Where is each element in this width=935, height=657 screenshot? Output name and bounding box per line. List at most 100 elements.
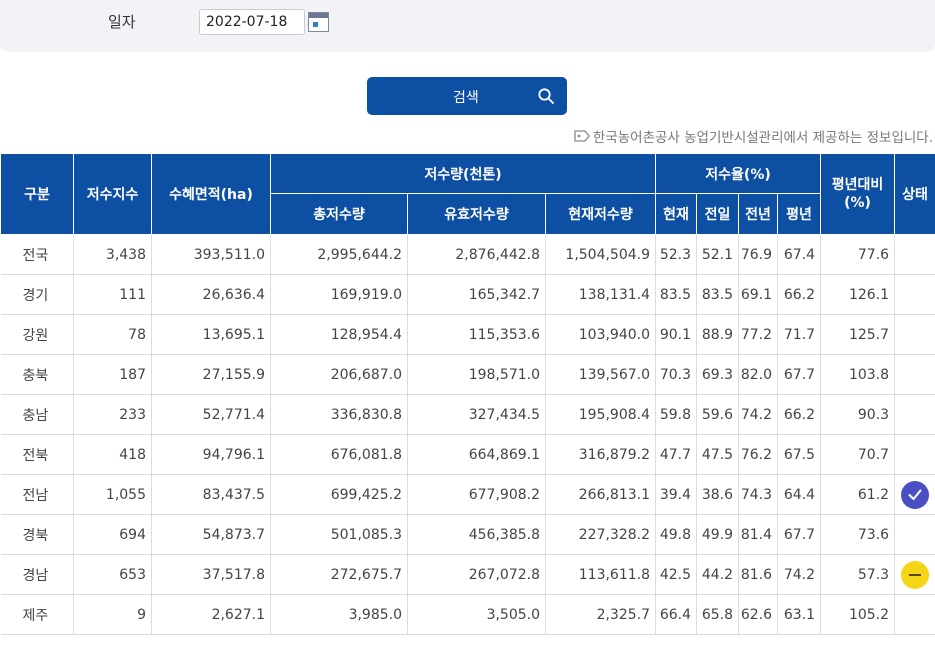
- header-rate-avg: 평년: [777, 193, 822, 235]
- reservoir-table: 구분 저수지수 수혜면적(ha) 저수량(천톤) 저수율(%) 평년대비(%) …: [0, 153, 935, 635]
- cell-area: 54,873.7: [151, 514, 271, 555]
- cell-now: 90.1: [655, 314, 698, 355]
- cell-total: 3,985.0: [270, 594, 408, 635]
- tag-icon: [574, 130, 590, 142]
- cell-current: 139,567.0: [544, 354, 657, 395]
- cell-total: 2,995,644.2: [270, 234, 408, 275]
- cell-prev-year: 62.6: [738, 594, 779, 635]
- cell-now: 59.8: [655, 394, 698, 435]
- cell-prev-day: 38.6: [696, 474, 740, 515]
- table-row: 충북 187 27,155.9 206,687.0 198,571.0 139,567.0…: [0, 354, 935, 395]
- header-storage-group: 저수량(천톤): [269, 153, 657, 194]
- cell-vs-avg: 126.1: [820, 274, 896, 315]
- header-region: 구분: [0, 153, 74, 235]
- cell-count: 418: [73, 434, 152, 475]
- cell-count: 233: [73, 394, 152, 435]
- cell-count: 111: [73, 274, 152, 315]
- cell-total: 272,675.7: [270, 554, 408, 595]
- cell-area: 26,636.4: [151, 274, 271, 315]
- cell-current: 2,325.7: [544, 594, 657, 635]
- table-row: 충남 233 52,771.4 336,830.8 327,434.5 195,908.4…: [0, 394, 935, 435]
- cell-total: 699,425.2: [270, 474, 408, 515]
- cell-count: 187: [73, 354, 152, 395]
- cell-total: 336,830.8: [270, 394, 408, 435]
- minus-icon: [901, 560, 930, 589]
- cell-region: 전남: [0, 474, 74, 515]
- header-storage-current: 현재저수량: [544, 193, 657, 235]
- cell-prev-year: 74.2: [738, 394, 779, 435]
- cell-valid: 267,072.8: [407, 554, 546, 595]
- header-rate-group: 저수율(%): [655, 153, 822, 194]
- cell-total: 128,954.4: [270, 314, 408, 355]
- table-row: 경남 653 37,517.8 272,675.7 267,072.8 113,611.8…: [0, 554, 935, 595]
- search-button[interactable]: 검색: [367, 77, 567, 115]
- cell-vs-avg: 61.2: [820, 474, 896, 515]
- cell-now: 39.4: [655, 474, 698, 515]
- cell-region: 제주: [0, 594, 74, 635]
- cell-prev-day: 49.9: [696, 514, 740, 555]
- cell-prev-year: 81.4: [738, 514, 779, 555]
- filter-bar: 일자: [0, 0, 935, 52]
- header-status: 상태: [894, 153, 935, 235]
- calendar-icon[interactable]: [308, 12, 329, 32]
- header-storage-total: 총저수량: [270, 193, 408, 235]
- cell-vs-avg: 90.3: [820, 394, 896, 435]
- cell-valid: 327,434.5: [407, 394, 546, 435]
- cell-total: 206,687.0: [270, 354, 408, 395]
- search-button-label: 검색: [453, 90, 479, 106]
- cell-now: 42.5: [655, 554, 698, 595]
- cell-area: 37,517.8: [151, 554, 271, 595]
- cell-prev-year: 76.2: [738, 434, 779, 475]
- cell-region: 경기: [0, 274, 74, 315]
- header-count: 저수지수: [73, 153, 152, 235]
- cell-vs-avg: 103.8: [820, 354, 896, 395]
- cell-prev-year: 82.0: [738, 354, 779, 395]
- cell-prev-day: 65.8: [696, 594, 740, 635]
- cell-area: 393,511.0: [151, 234, 271, 275]
- cell-total: 676,081.8: [270, 434, 408, 475]
- cell-avg: 66.2: [777, 394, 822, 435]
- cell-count: 78: [73, 314, 152, 355]
- table-row: 전남 1,055 83,437.5 699,425.2 677,908.2 266,813…: [0, 474, 935, 515]
- source-note: 한국농어촌공사 농업기반시설관리에서 제공하는 정보입니다.: [574, 126, 933, 146]
- cell-area: 13,695.1: [151, 314, 271, 355]
- cell-valid: 664,869.1: [407, 434, 546, 475]
- cell-prev-year: 77.2: [738, 314, 779, 355]
- cell-prev-year: 76.9: [738, 234, 779, 275]
- cell-count: 694: [73, 514, 152, 555]
- cell-area: 94,796.1: [151, 434, 271, 475]
- cell-current: 227,328.2: [544, 514, 657, 555]
- cell-total: 169,919.0: [270, 274, 408, 315]
- cell-region: 전국: [0, 234, 74, 275]
- cell-vs-avg: 73.6: [820, 514, 896, 555]
- cell-current: 316,879.2: [544, 434, 657, 475]
- cell-vs-avg: 125.7: [820, 314, 896, 355]
- cell-area: 52,771.4: [151, 394, 271, 435]
- cell-status: [894, 314, 935, 355]
- cell-status: [894, 594, 935, 635]
- date-label: 일자: [108, 13, 136, 31]
- cell-region: 충북: [0, 354, 74, 395]
- cell-current: 1,504,504.9: [544, 234, 657, 275]
- cell-prev-day: 69.3: [696, 354, 740, 395]
- cell-prev-day: 52.1: [696, 234, 740, 275]
- cell-status: [894, 554, 935, 595]
- cell-prev-day: 88.9: [696, 314, 740, 355]
- date-input[interactable]: [199, 9, 305, 35]
- cell-now: 47.7: [655, 434, 698, 475]
- cell-status: [894, 354, 935, 395]
- cell-valid: 165,342.7: [407, 274, 546, 315]
- check-icon: [901, 480, 930, 509]
- cell-count: 3,438: [73, 234, 152, 275]
- cell-prev-day: 83.5: [696, 274, 740, 315]
- header-area: 수혜면적(ha): [151, 153, 271, 235]
- header-rate-prev-day: 전일: [696, 193, 740, 235]
- header-vs-avg: 평년대비(%): [820, 153, 896, 235]
- cell-count: 9: [73, 594, 152, 635]
- cell-status: [894, 274, 935, 315]
- cell-vs-avg: 77.6: [820, 234, 896, 275]
- table-row: 강원 78 13,695.1 128,954.4 115,353.6 103,940.0 9…: [0, 314, 935, 355]
- table-row: 경북 694 54,873.7 501,085.3 456,385.8 227,328.2…: [0, 514, 935, 555]
- cell-valid: 115,353.6: [407, 314, 546, 355]
- cell-region: 경남: [0, 554, 74, 595]
